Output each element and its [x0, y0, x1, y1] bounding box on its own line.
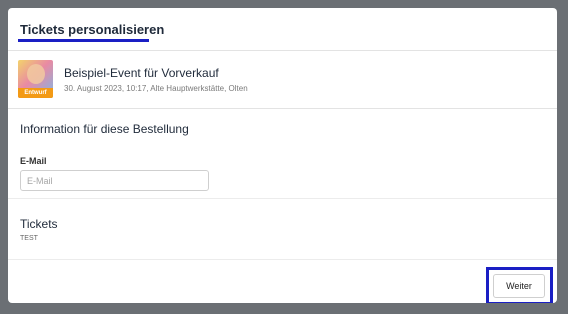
event-name: Beispiel-Event für Vorverkauf — [64, 66, 219, 80]
dialog-footer: Weiter — [8, 260, 557, 303]
dialog-title: Tickets personalisieren — [20, 22, 165, 37]
draft-badge: Entwurf — [18, 88, 53, 98]
event-thumbnail: Entwurf — [18, 60, 53, 98]
tickets-section: Tickets TEST — [8, 199, 557, 260]
dialog-header: Tickets personalisieren — [8, 8, 557, 51]
thumbnail-face-icon — [27, 64, 45, 84]
event-summary: Entwurf — [8, 51, 557, 109]
email-field[interactable] — [20, 170, 209, 191]
active-tab-indicator — [18, 39, 149, 42]
event-details: 30. August 2023, 10:17, Alte Hauptwerkst… — [64, 84, 248, 93]
order-info-heading: Information für diese Bestellung — [20, 122, 189, 136]
email-label: E-Mail — [20, 156, 47, 166]
tickets-heading: Tickets — [20, 217, 58, 231]
next-button[interactable]: Weiter — [493, 274, 545, 298]
ticket-personalization-dialog: Tickets personalisieren Entwurf Beispiel… — [8, 8, 557, 303]
ticket-type-label: TEST — [20, 235, 38, 242]
order-information-section: Information für diese Bestellung E-Mail — [8, 108, 557, 199]
